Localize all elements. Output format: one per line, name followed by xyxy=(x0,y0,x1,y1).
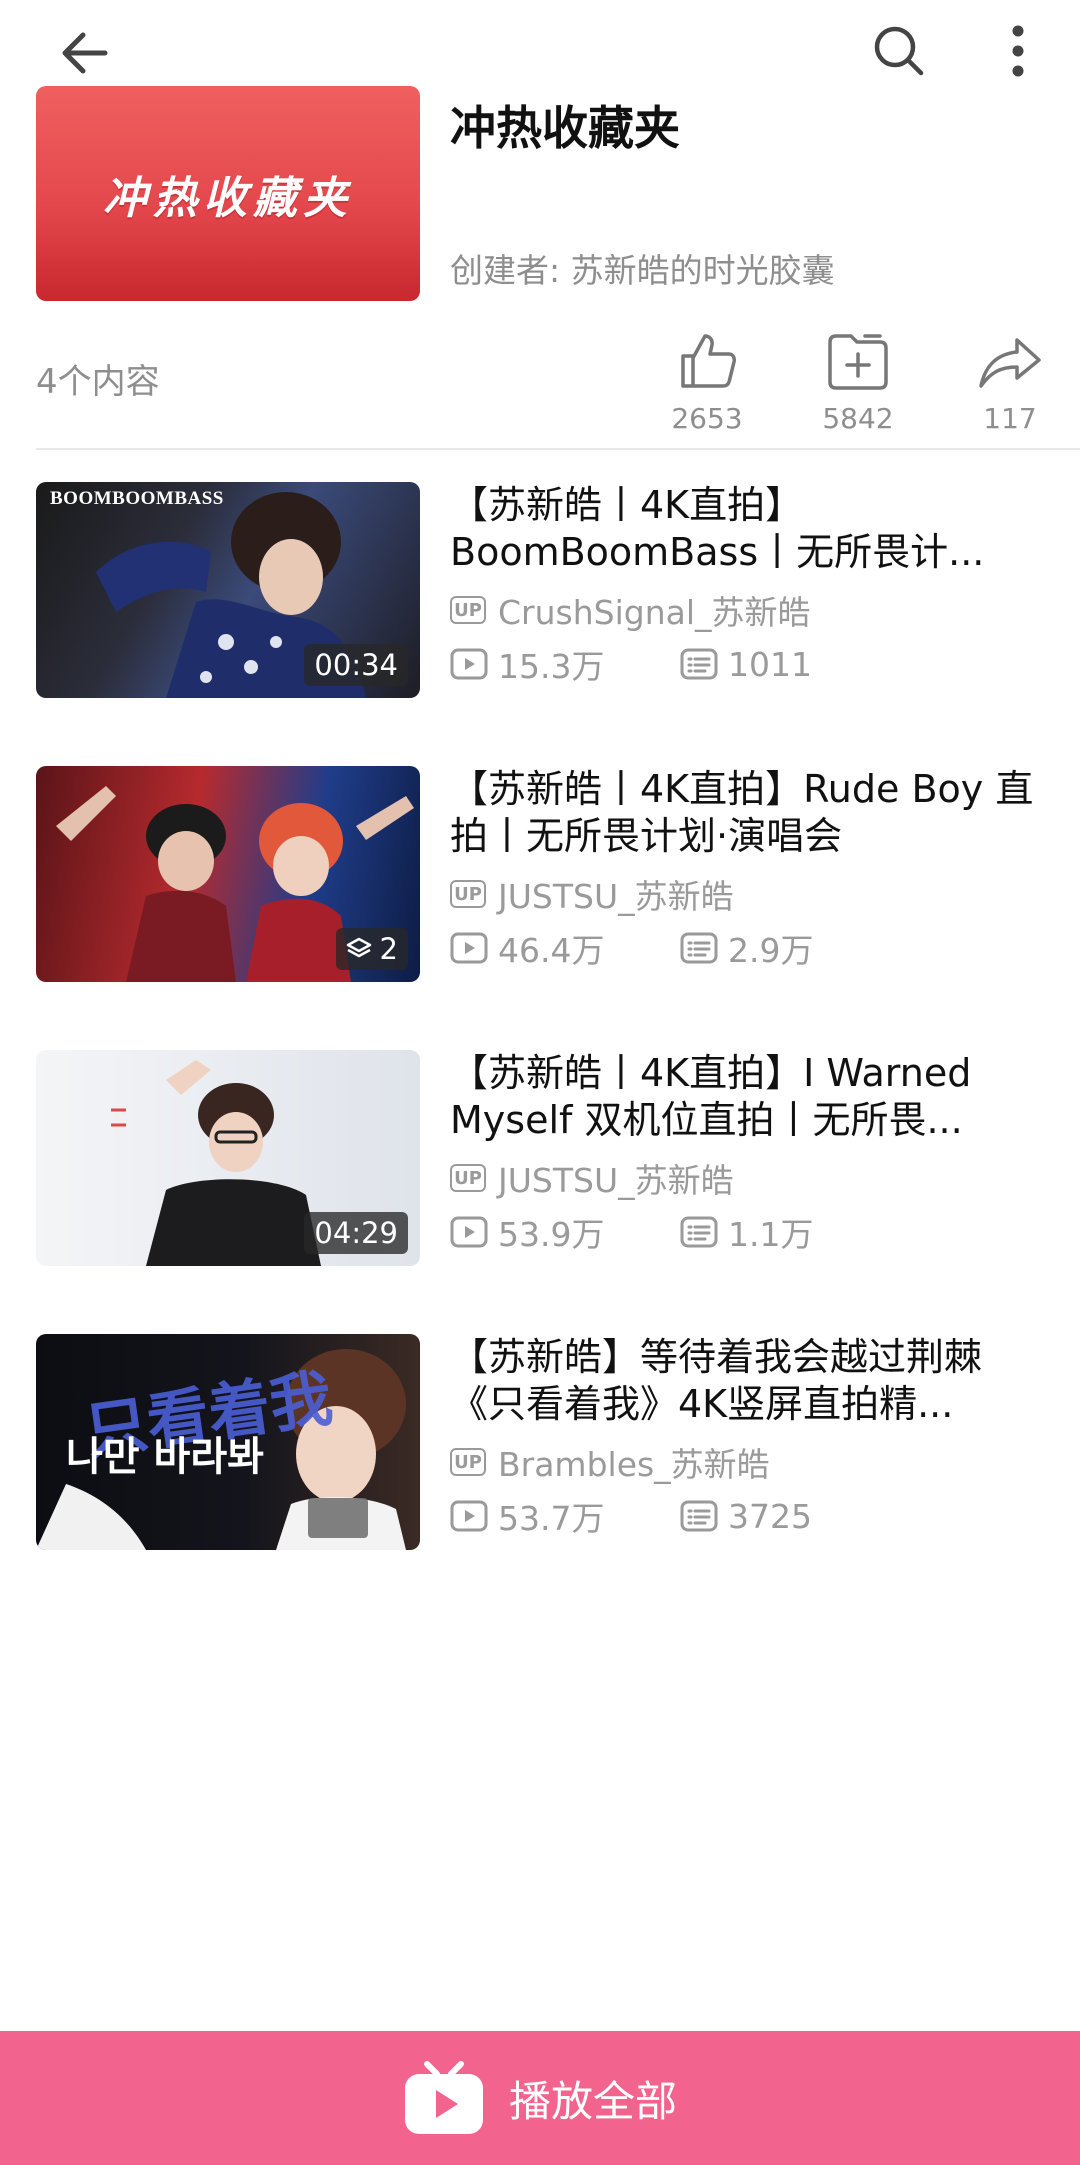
thumbnail-title-kr: 나만 바라봐 xyxy=(66,1434,264,1480)
danmaku-icon xyxy=(680,932,718,964)
up-icon: UP xyxy=(450,1164,486,1192)
danmaku-count: 3725 xyxy=(728,1496,812,1536)
play-count-icon xyxy=(450,932,488,964)
episode-badge: 2 xyxy=(335,928,408,970)
uploader-row[interactable]: UP JUSTSU_苏新皓 xyxy=(450,874,1050,916)
video-stats: 53.9万 1.1万 xyxy=(450,1212,1050,1254)
video-title[interactable]: 【苏新皓丨4K直拍】I Warned Myself 双机位直拍丨无所畏... xyxy=(450,1050,1050,1144)
uploader-row[interactable]: UP Brambles_苏新皓 xyxy=(450,1442,1050,1484)
danmaku-count: 1.1万 xyxy=(728,1215,814,1254)
top-bar xyxy=(0,0,1080,100)
thumbnail-label: BOOMBOOMBASS xyxy=(50,488,224,509)
back-icon[interactable] xyxy=(50,18,120,88)
collection-title: 冲热收藏夹 xyxy=(450,101,680,155)
up-icon: UP xyxy=(450,880,486,908)
like-count: 2653 xyxy=(671,402,743,435)
like-button[interactable]: 2653 xyxy=(652,322,762,435)
content-count: 4个内容 xyxy=(36,362,160,402)
video-item[interactable]: 04:29 【苏新皓丨4K直拍】I Warned Myself 双机位直拍丨无所… xyxy=(0,1050,1080,1270)
play-count-icon xyxy=(450,648,488,680)
danmaku-count: 2.9万 xyxy=(728,931,814,970)
video-thumbnail[interactable]: BOOMBOOMBASS 00:34 xyxy=(36,482,420,698)
more-options-icon[interactable] xyxy=(990,16,1046,86)
view-count: 15.3万 xyxy=(498,647,605,686)
up-icon: UP xyxy=(450,596,486,624)
thumbs-up-icon xyxy=(652,322,762,392)
search-icon[interactable] xyxy=(864,16,934,86)
danmaku-icon xyxy=(680,1500,718,1532)
share-arrow-icon xyxy=(955,322,1065,392)
divider xyxy=(36,448,1080,450)
duration-badge: 04:29 xyxy=(304,1212,408,1254)
view-count: 53.7万 xyxy=(498,1499,605,1538)
collection-cover: 冲热收藏夹 xyxy=(36,86,420,301)
tv-play-icon xyxy=(404,2061,483,2134)
favorite-count: 5842 xyxy=(822,402,894,435)
uploader-name: JUSTSU_苏新皓 xyxy=(498,1161,734,1200)
episode-count: 2 xyxy=(379,932,398,966)
share-count: 117 xyxy=(983,402,1037,435)
danmaku-icon xyxy=(680,1216,718,1248)
video-stats: 15.3万 1011 xyxy=(450,644,1050,686)
duration-badge: 00:34 xyxy=(304,644,408,686)
play-all-button[interactable]: 播放全部 xyxy=(0,2031,1080,2165)
layers-icon xyxy=(346,937,371,958)
play-count-icon xyxy=(450,1500,488,1532)
folder-add-icon xyxy=(803,322,913,392)
share-button[interactable]: 117 xyxy=(955,322,1065,435)
video-thumbnail[interactable]: 只看着我 나만 바라봐 xyxy=(36,1334,420,1550)
danmaku-count: 1011 xyxy=(728,644,812,684)
video-title[interactable]: 【苏新皓】等待着我会越过荆棘《只看着我》4K竖屏直拍精... xyxy=(450,1334,1050,1428)
play-all-label: 播放全部 xyxy=(508,2076,677,2126)
up-icon: UP xyxy=(450,1448,486,1476)
video-item[interactable]: BOOMBOOMBASS 00:34 【苏新皓丨4K直拍】BoomBoomBas… xyxy=(0,482,1080,702)
collection-cover-text: 冲热收藏夹 xyxy=(103,172,353,224)
video-title[interactable]: 【苏新皓丨4K直拍】BoomBoomBass丨无所畏计... xyxy=(450,482,1050,576)
uploader-name: CrushSignal_苏新皓 xyxy=(498,593,811,632)
video-thumbnail[interactable]: 04:29 xyxy=(36,1050,420,1266)
view-count: 46.4万 xyxy=(498,931,605,970)
video-item[interactable]: 只看着我 나만 바라봐 【苏新皓】等待着我会越过荆棘《只看着我》4K竖屏直拍精.… xyxy=(0,1334,1080,1554)
duration-text: 04:29 xyxy=(314,1216,398,1250)
uploader-name: JUSTSU_苏新皓 xyxy=(498,877,734,916)
view-count: 53.9万 xyxy=(498,1215,605,1254)
favorite-button[interactable]: 5842 xyxy=(803,322,913,435)
video-thumbnail[interactable]: 2 xyxy=(36,766,420,982)
uploader-name: Brambles_苏新皓 xyxy=(498,1445,770,1484)
video-stats: 53.7万 3725 xyxy=(450,1496,1050,1538)
danmaku-icon xyxy=(680,648,718,680)
uploader-row[interactable]: UP CrushSignal_苏新皓 xyxy=(450,590,1050,632)
duration-text: 00:34 xyxy=(314,648,398,682)
video-stats: 46.4万 2.9万 xyxy=(450,928,1050,970)
play-count-icon xyxy=(450,1216,488,1248)
video-item[interactable]: 2 【苏新皓丨4K直拍】Rude Boy 直拍丨无所畏计划·演唱会 UP JUS… xyxy=(0,766,1080,986)
video-title[interactable]: 【苏新皓丨4K直拍】Rude Boy 直拍丨无所畏计划·演唱会 xyxy=(450,766,1050,860)
uploader-row[interactable]: UP JUSTSU_苏新皓 xyxy=(450,1158,1050,1200)
collection-creator[interactable]: 创建者: 苏新皓的时光胶囊 xyxy=(450,244,835,292)
